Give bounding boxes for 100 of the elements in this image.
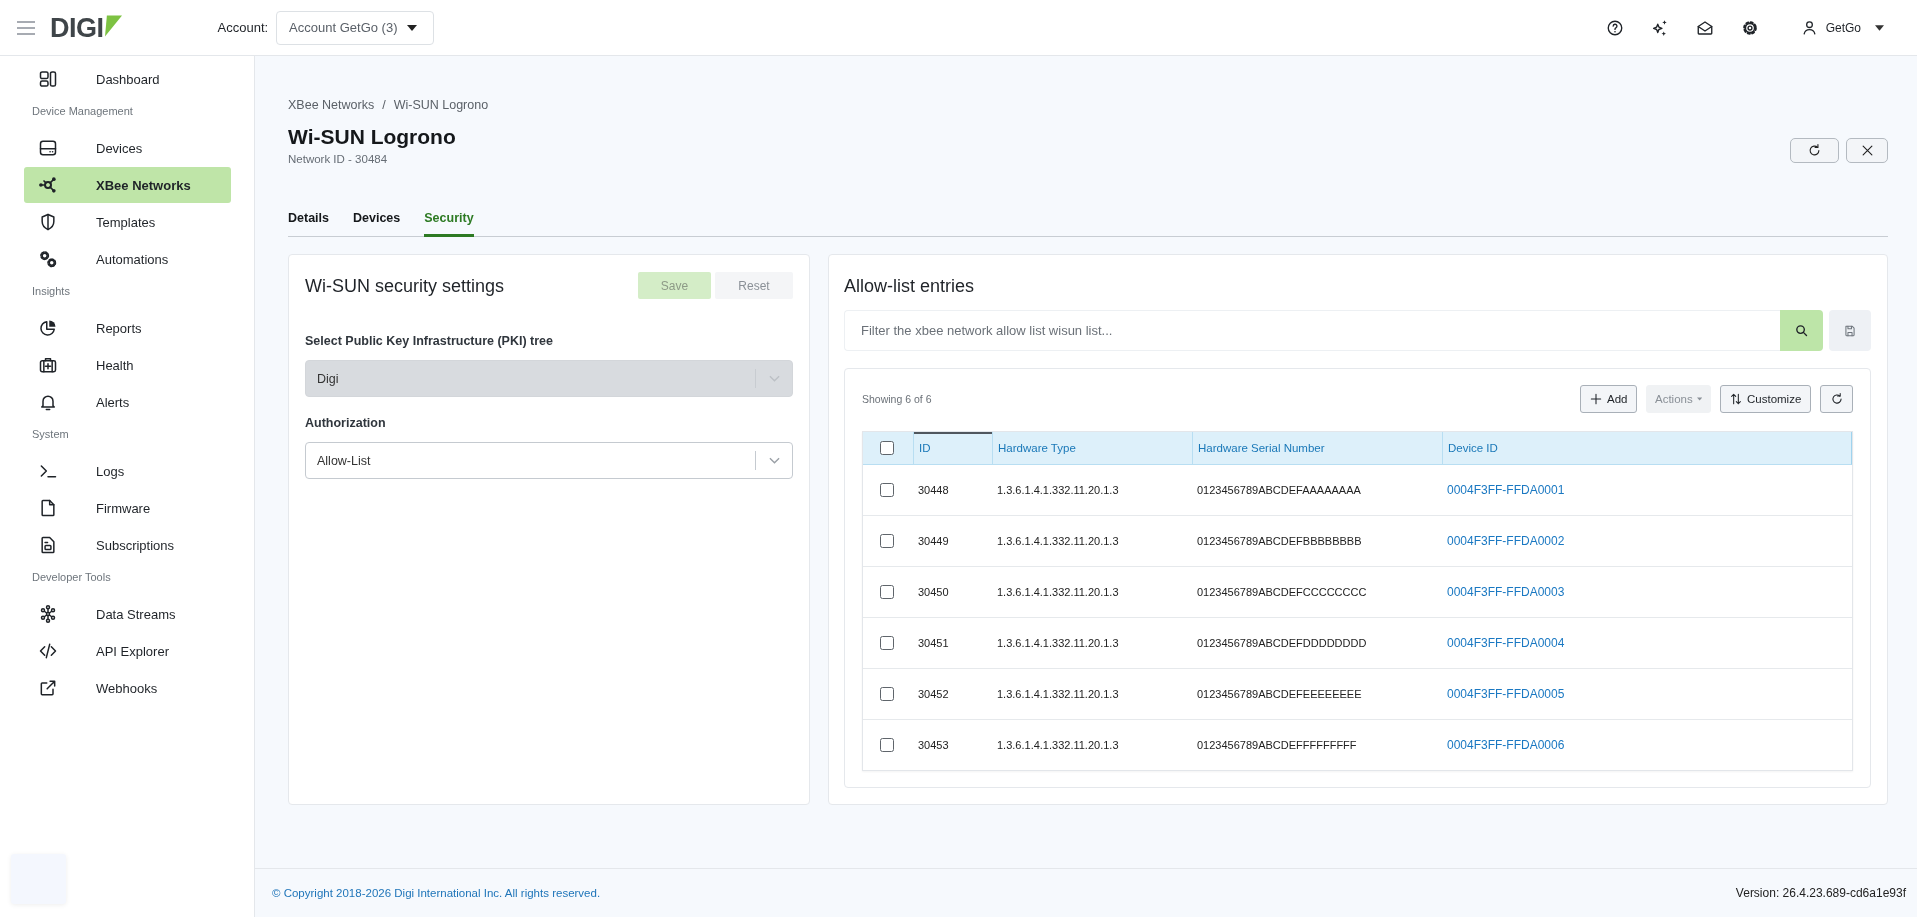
table-cell: 30449: [918, 535, 949, 547]
table-cell: 0123456789ABCDEFBBBBBBBB: [1197, 535, 1362, 547]
user-menu-button[interactable]: GetGo: [1800, 19, 1884, 36]
network-icon: [38, 175, 58, 195]
showing-count: Showing 6 of 6: [862, 393, 932, 405]
sidebar-heading: Developer Tools: [31, 570, 112, 585]
field-label: Select Public Key Infrastructure (PKI) tree: [305, 333, 554, 349]
sidebar-item[interactable]: Data Streams: [24, 596, 231, 632]
sidebar-item[interactable]: XBee Networks: [24, 167, 231, 203]
sidebar-item[interactable]: Templates: [24, 204, 231, 240]
sidebar-item[interactable]: Dashboard: [24, 61, 231, 97]
device-link[interactable]: 0004F3FF-FFDA0006: [1447, 738, 1565, 752]
code-icon: [38, 641, 58, 661]
column-header[interactable]: Device ID: [1442, 432, 1851, 464]
logo-wordmark: DIGI: [50, 13, 104, 42]
file-icon: [38, 498, 58, 518]
plus-icon: [1589, 392, 1603, 406]
table-cell: 0123456789ABCDEFCCCCCCCC: [1197, 586, 1367, 598]
caret-icon: [407, 24, 418, 31]
chevron-down-icon: [768, 375, 780, 382]
row-checkbox[interactable]: [880, 738, 894, 752]
shield-icon: [38, 212, 58, 232]
breadcrumb-link[interactable]: XBee Networks: [288, 97, 375, 113]
medical-kit-icon: [38, 355, 58, 375]
version-text: Version: 26.4.23.689-cd6a1e93f: [1735, 886, 1906, 900]
select-field[interactable]: Allow-List: [305, 442, 793, 479]
breadcrumb-current: Wi-SUN Logrono: [393, 97, 489, 113]
gears-icon: [38, 249, 58, 269]
copyright-link[interactable]: © Copyright 2018-2026 Digi International Inc. All rights reserved.: [272, 887, 601, 899]
refresh-button[interactable]: [1820, 385, 1853, 413]
external-link-icon: [38, 678, 58, 698]
pie-chart-icon: [38, 318, 58, 338]
drive-icon: [38, 138, 58, 158]
device-link[interactable]: 0004F3FF-FFDA0002: [1447, 534, 1565, 548]
row-checkbox[interactable]: [880, 483, 894, 497]
network-id-text: Network ID - 30484: [288, 152, 389, 166]
sidebar-item[interactable]: API Explorer: [24, 633, 231, 669]
refresh-button[interactable]: [1790, 138, 1839, 163]
table-cell: 30451: [918, 637, 949, 649]
device-link[interactable]: 0004F3FF-FFDA0003: [1447, 585, 1565, 599]
sparkles-icon[interactable]: [1650, 18, 1669, 37]
logo-slash-icon: [104, 14, 122, 37]
settings-icon[interactable]: [1740, 18, 1759, 37]
table-cell: 30453: [918, 739, 949, 751]
refresh-icon: [1807, 143, 1822, 158]
add-button[interactable]: Add: [1580, 385, 1637, 413]
filter-input[interactable]: Filter the xbee network allow list wisun list...: [844, 310, 1780, 351]
table-cell: 1.3.6.1.4.1.332.11.20.1.3: [997, 535, 1119, 547]
table-cell: 30450: [918, 586, 949, 598]
sidebar-item[interactable]: Health: [24, 347, 231, 383]
refresh-icon: [1829, 392, 1844, 406]
customize-button[interactable]: Customize: [1720, 385, 1811, 413]
table-cell: 0123456789ABCDEFFFFFFFFF: [1197, 739, 1357, 751]
table-cell: 1.3.6.1.4.1.332.11.20.1.3: [997, 484, 1119, 496]
up-down-arrows-icon: [1729, 392, 1743, 406]
sidebar-item[interactable]: Firmware: [24, 490, 231, 526]
column-header[interactable]: Hardware Serial Number: [1192, 432, 1442, 464]
table-cell: 0123456789ABCDEFEEEEEEEE: [1197, 688, 1362, 700]
row-checkbox[interactable]: [880, 687, 894, 701]
caret-icon: [1875, 24, 1884, 31]
sidebar-heading: Device Management: [31, 104, 134, 119]
column-header[interactable]: Hardware Type: [992, 432, 1192, 464]
sidebar-item[interactable]: Reports: [24, 310, 231, 346]
table-cell: 30448: [918, 484, 949, 496]
document-icon: [38, 535, 58, 555]
sidebar-item[interactable]: Subscriptions: [24, 527, 231, 563]
sidebar-item[interactable]: Automations: [24, 241, 231, 277]
sidebar-item[interactable]: Alerts: [24, 384, 231, 420]
column-header[interactable]: ID: [913, 432, 992, 464]
tab[interactable]: Devices: [353, 210, 401, 237]
search-button[interactable]: [1780, 310, 1823, 351]
row-checkbox[interactable]: [880, 585, 894, 599]
sidebar-item[interactable]: Webhooks: [24, 670, 231, 706]
tab[interactable]: Details: [288, 210, 329, 237]
sidebar-heading: Insights: [31, 284, 71, 299]
card-title: Allow-list entries: [844, 275, 976, 298]
sidebar-heading: System: [31, 427, 70, 442]
chevron-down-icon: [768, 457, 780, 464]
tab[interactable]: Security: [424, 210, 474, 237]
sidebar-item[interactable]: Logs: [24, 453, 231, 489]
device-link[interactable]: 0004F3FF-FFDA0005: [1447, 687, 1565, 701]
row-checkbox[interactable]: [880, 636, 894, 650]
row-checkbox[interactable]: [880, 534, 894, 548]
device-link[interactable]: 0004F3FF-FFDA0001: [1447, 483, 1565, 497]
sidebar-item[interactable]: Devices: [24, 130, 231, 166]
table-cell: 1.3.6.1.4.1.332.11.20.1.3: [997, 739, 1119, 751]
field-label: Authorization: [305, 415, 387, 431]
page-title: Wi-SUN Logrono: [288, 124, 456, 150]
table-cell: 30452: [918, 688, 949, 700]
device-link[interactable]: 0004F3FF-FFDA0004: [1447, 636, 1565, 650]
table-cell: 0123456789ABCDEFDDDDDDDD: [1197, 637, 1367, 649]
card-title: Wi-SUN security settings: [305, 274, 505, 298]
table-cell: 0123456789ABCDEFAAAAAAAA: [1197, 484, 1361, 496]
nodes-icon: [38, 604, 58, 624]
account-dropdown[interactable]: Account GetGo (3): [276, 10, 435, 45]
breadcrumb-separator: /: [382, 97, 386, 113]
table-cell: 1.3.6.1.4.1.332.11.20.1.3: [997, 688, 1119, 700]
help-icon[interactable]: [1605, 18, 1624, 37]
select-all-checkbox[interactable]: [880, 441, 894, 455]
table-cell: 1.3.6.1.4.1.332.11.20.1.3: [997, 586, 1119, 598]
